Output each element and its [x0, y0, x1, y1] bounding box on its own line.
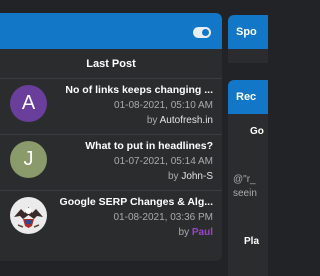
- post-date: 01-08-2021, 03:36 PM: [113, 212, 213, 223]
- panel-header: [0, 13, 222, 49]
- post-date: 01-07-2021, 05:14 AM: [114, 156, 213, 167]
- by-label: by: [167, 171, 179, 182]
- avatar[interactable]: J: [10, 141, 47, 178]
- last-post-column-title: Last Post: [0, 49, 222, 79]
- sponsor-widget: Spo: [228, 15, 268, 63]
- author-link[interactable]: Autofresh.in: [160, 115, 213, 126]
- recent-item-snippet: @"r_: [233, 174, 256, 185]
- post-author-line: by Paul: [179, 227, 213, 238]
- author-link[interactable]: John-S: [181, 171, 213, 182]
- post-title-link[interactable]: What to put in headlines?: [56, 140, 213, 152]
- post-title-link[interactable]: Google SERP Changes & Alg...: [56, 196, 213, 208]
- recent-widget-header: Rec: [228, 80, 268, 114]
- post-date: 01-08-2021, 05:10 AM: [114, 100, 213, 111]
- sponsor-widget-header: Spo: [228, 15, 268, 49]
- collapse-toggle[interactable]: [193, 27, 211, 38]
- post-row: Google SERP Changes & Alg... 01-08-2021,…: [0, 191, 222, 247]
- post-title-link[interactable]: No of links keeps changing ...: [56, 84, 213, 96]
- post-author-line: by Autofresh.in: [147, 115, 213, 126]
- last-post-panel: Last Post A No of links keeps changing .…: [0, 13, 222, 261]
- toggle-knob: [202, 29, 209, 36]
- by-label: by: [178, 227, 190, 238]
- author-link[interactable]: Paul: [192, 227, 213, 238]
- avatar[interactable]: A: [10, 85, 47, 122]
- recent-item-title[interactable]: Go: [228, 126, 268, 137]
- recent-item-title[interactable]: Pla: [228, 236, 268, 247]
- recent-item-snippet: seein: [233, 188, 257, 199]
- post-row: J What to put in headlines? 01-07-2021, …: [0, 135, 222, 191]
- post-author-line: by John-S: [168, 171, 213, 182]
- post-row: A No of links keeps changing ... 01-08-2…: [0, 79, 222, 135]
- by-label: by: [146, 115, 158, 126]
- eagle-avatar-icon[interactable]: [10, 197, 47, 234]
- recent-widget: Rec Go @"r_ seein Pla: [228, 80, 268, 276]
